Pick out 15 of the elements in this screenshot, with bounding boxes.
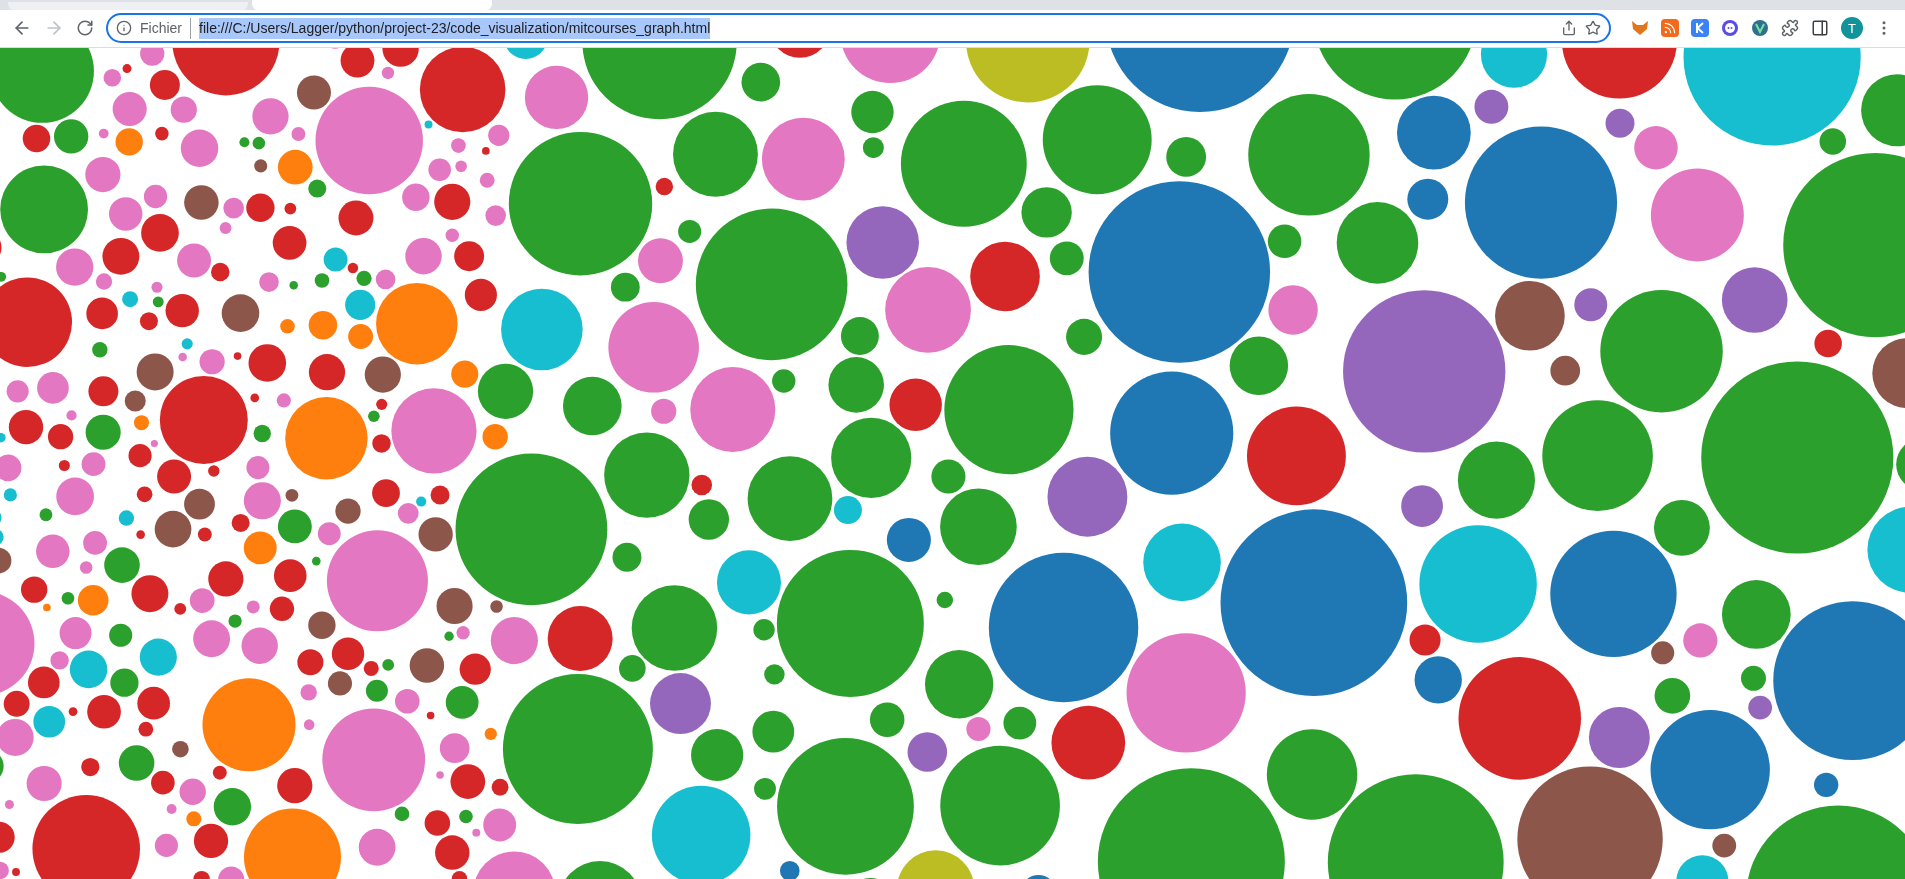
v-letter-icon[interactable]: [1751, 19, 1769, 38]
bookmark-star-icon[interactable]: [1585, 20, 1601, 37]
extensions-icon[interactable]: [1781, 19, 1799, 38]
side-panel-icon[interactable]: [1811, 19, 1829, 38]
k-letter-icon[interactable]: [1691, 19, 1709, 38]
ghost-face-icon[interactable]: [1721, 19, 1739, 38]
scheme-label: Fichier: [140, 17, 191, 39]
rss-icon[interactable]: [1661, 19, 1679, 38]
url-text[interactable]: file:///C:/Users/Lagger/python/project-23/code_visualization/mitcourses_graph.html: [199, 17, 711, 39]
profile-avatar[interactable]: T: [1841, 17, 1863, 40]
address-bar[interactable]: Fichier file:///C:/Users/Lagger/python/project-23/code_visualization/mitcourses_graph.html: [106, 13, 1611, 44]
share-icon[interactable]: [1561, 20, 1577, 37]
reload-icon[interactable]: [76, 19, 94, 38]
fox-icon[interactable]: [1631, 19, 1649, 38]
info-icon[interactable]: [116, 20, 132, 37]
